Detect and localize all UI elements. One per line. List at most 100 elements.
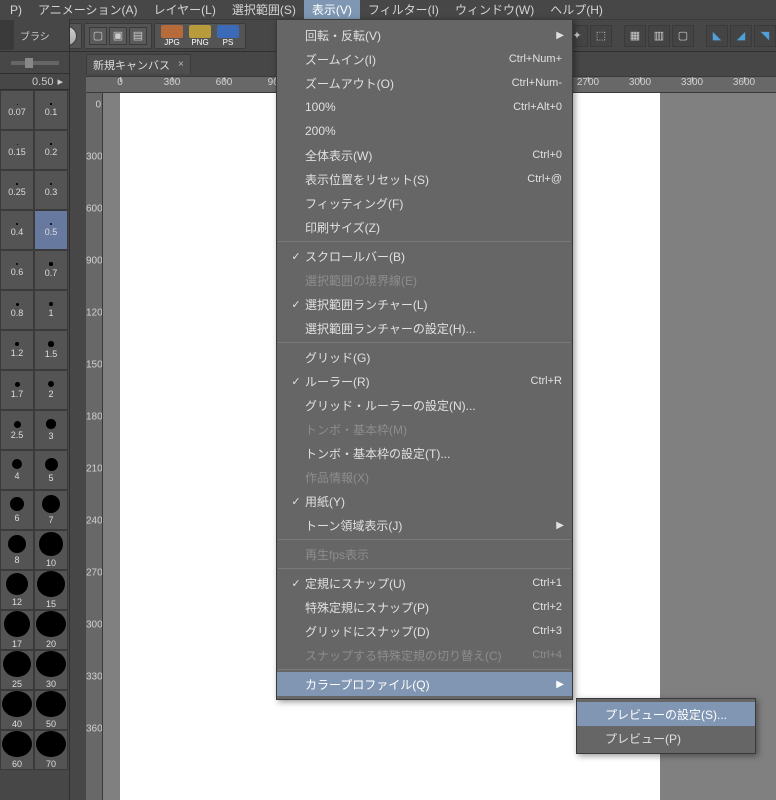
menu-window[interactable]: ウィンドウ(W) bbox=[447, 0, 542, 20]
menu-shortcut: Ctrl+2 bbox=[532, 601, 562, 613]
ruler-tick: 3600 bbox=[86, 724, 103, 735]
menu-item[interactable]: 印刷サイズ(Z) bbox=[277, 215, 572, 239]
brush-size-cell[interactable]: 0.8 bbox=[0, 290, 34, 330]
menu-item[interactable]: グリッド(G) bbox=[277, 345, 572, 369]
brush-size-cell[interactable]: 3 bbox=[34, 410, 68, 450]
brush-size-cell[interactable]: 0.2 bbox=[34, 130, 68, 170]
menu-item[interactable]: ✓ルーラー(R)Ctrl+R bbox=[277, 369, 572, 393]
tool-snap-1[interactable]: ◣ bbox=[706, 25, 728, 47]
brush-panel-handle[interactable] bbox=[0, 20, 14, 50]
tool-grid[interactable]: ▦ bbox=[624, 25, 646, 47]
tool-misc-2[interactable]: ⬚ bbox=[590, 25, 612, 47]
brush-size-cell[interactable]: 40 bbox=[0, 690, 34, 730]
menu-help[interactable]: ヘルプ(H) bbox=[542, 0, 611, 20]
tab-close-icon[interactable]: × bbox=[178, 59, 184, 70]
brush-size-cell[interactable]: 70 bbox=[34, 730, 68, 770]
brush-size-cell[interactable]: 8 bbox=[0, 530, 34, 570]
brush-size-cell[interactable]: 0.15 bbox=[0, 130, 34, 170]
tool-ruler[interactable]: ▥ bbox=[648, 25, 670, 47]
menu-separator bbox=[278, 669, 571, 670]
brush-size-cell[interactable]: 0.1 bbox=[34, 90, 68, 130]
brush-size-cell[interactable]: 2 bbox=[34, 370, 68, 410]
menu-view[interactable]: 表示(V) bbox=[304, 0, 360, 20]
brush-size-cell[interactable]: 0.6 bbox=[0, 250, 34, 290]
brush-dot-icon bbox=[36, 691, 66, 717]
open-icon[interactable]: ▣ bbox=[109, 27, 127, 45]
brush-size-label: 20 bbox=[46, 639, 56, 649]
brush-size-cell[interactable]: 0.3 bbox=[34, 170, 68, 210]
submenu-item-label: プレビューの設定(S)... bbox=[587, 706, 745, 723]
brush-size-cell[interactable]: 0.5 bbox=[34, 210, 68, 250]
brush-size-label: 0.5 bbox=[45, 227, 58, 237]
tool-snap-3[interactable]: ◥ bbox=[754, 25, 776, 47]
menu-item[interactable]: カラープロファイル(Q)▶ bbox=[277, 672, 572, 696]
export-psd[interactable]: PS bbox=[215, 25, 241, 47]
submenu-item[interactable]: プレビューの設定(S)... bbox=[577, 702, 755, 726]
brush-size-cell[interactable]: 1.2 bbox=[0, 330, 34, 370]
submenu-item[interactable]: プレビュー(P) bbox=[577, 726, 755, 750]
new-icon[interactable]: ▢ bbox=[89, 27, 107, 45]
menu-animation[interactable]: アニメーション(A) bbox=[30, 0, 146, 20]
menu-p[interactable]: P) bbox=[2, 1, 30, 19]
brush-size-cell[interactable]: 0.4 bbox=[0, 210, 34, 250]
export-jpg[interactable]: JPG bbox=[159, 25, 185, 47]
menu-item-label: スクロールバー(B) bbox=[305, 248, 562, 265]
tool-frame[interactable]: ▢ bbox=[672, 25, 694, 47]
menu-item[interactable]: 回転・反転(V)▶ bbox=[277, 23, 572, 47]
menu-item[interactable]: フィッティング(F) bbox=[277, 191, 572, 215]
brush-size-cell[interactable]: 1.7 bbox=[0, 370, 34, 410]
tool-snap-2[interactable]: ◢ bbox=[730, 25, 752, 47]
menu-item[interactable]: 200% bbox=[277, 119, 572, 143]
brush-size-cell[interactable]: 0.25 bbox=[0, 170, 34, 210]
export-png[interactable]: PNG bbox=[187, 25, 213, 47]
brush-size-cell[interactable]: 2.5 bbox=[0, 410, 34, 450]
menu-layer[interactable]: レイヤー(L) bbox=[146, 0, 224, 20]
menu-item[interactable]: トンボ・基本枠の設定(T)... bbox=[277, 441, 572, 465]
menu-item[interactable]: 表示位置をリセット(S)Ctrl+@ bbox=[277, 167, 572, 191]
menu-item-label: グリッドにスナップ(D) bbox=[305, 623, 532, 640]
brush-size-cell[interactable]: 50 bbox=[34, 690, 68, 730]
brush-dot-icon bbox=[37, 571, 66, 597]
ruler-tick: 900 bbox=[86, 256, 103, 267]
brush-size-cell[interactable]: 30 bbox=[34, 650, 68, 690]
brush-size-cell[interactable]: 5 bbox=[34, 450, 68, 490]
brush-size-cell[interactable]: 7 bbox=[34, 490, 68, 530]
menu-item[interactable]: 選択範囲ランチャーの設定(H)... bbox=[277, 316, 572, 340]
menu-item-label: ルーラー(R) bbox=[305, 373, 531, 390]
menu-item[interactable]: ✓選択範囲ランチャー(L) bbox=[277, 292, 572, 316]
menu-selection[interactable]: 選択範囲(S) bbox=[224, 0, 304, 20]
menu-item[interactable]: ✓定規にスナップ(U)Ctrl+1 bbox=[277, 571, 572, 595]
menu-item[interactable]: トーン領域表示(J)▶ bbox=[277, 513, 572, 537]
menu-item[interactable]: ズームイン(I)Ctrl+Num+ bbox=[277, 47, 572, 71]
menu-item[interactable]: グリッドにスナップ(D)Ctrl+3 bbox=[277, 619, 572, 643]
submenu-arrow-icon: ▶ bbox=[556, 30, 564, 41]
menu-filter[interactable]: フィルター(I) bbox=[360, 0, 447, 20]
menu-item[interactable]: 100%Ctrl+Alt+0 bbox=[277, 95, 572, 119]
menu-item[interactable]: グリッド・ルーラーの設定(N)... bbox=[277, 393, 572, 417]
brush-size-cell[interactable]: 20 bbox=[34, 610, 68, 650]
brush-size-cell[interactable]: 1.5 bbox=[34, 330, 68, 370]
brush-size-label: 2 bbox=[48, 389, 53, 399]
brush-size-cell[interactable]: 10 bbox=[34, 530, 68, 570]
brush-size-cell[interactable]: 60 bbox=[0, 730, 34, 770]
menu-item[interactable]: ズームアウト(O)Ctrl+Num- bbox=[277, 71, 572, 95]
brush-size-cell[interactable]: 17 bbox=[0, 610, 34, 650]
brush-size-cell[interactable]: 6 bbox=[0, 490, 34, 530]
brush-size-cell[interactable]: 0.7 bbox=[34, 250, 68, 290]
menu-item[interactable]: 特殊定規にスナップ(P)Ctrl+2 bbox=[277, 595, 572, 619]
menu-item[interactable]: ✓スクロールバー(B) bbox=[277, 244, 572, 268]
brush-slider[interactable] bbox=[0, 52, 69, 74]
brush-size-cell[interactable]: 4 bbox=[0, 450, 34, 490]
brush-slider-caret[interactable]: ▸ bbox=[57, 75, 63, 88]
check-icon: ✓ bbox=[287, 375, 305, 388]
brush-size-cell[interactable]: 15 bbox=[34, 570, 68, 610]
menu-item[interactable]: ✓用紙(Y) bbox=[277, 489, 572, 513]
tab-canvas[interactable]: 新規キャンバス × bbox=[86, 54, 191, 74]
brush-size-cell[interactable]: 12 bbox=[0, 570, 34, 610]
brush-size-cell[interactable]: 0.07 bbox=[0, 90, 34, 130]
brush-size-cell[interactable]: 1 bbox=[34, 290, 68, 330]
menu-item[interactable]: 全体表示(W)Ctrl+0 bbox=[277, 143, 572, 167]
brush-size-label: 4 bbox=[14, 471, 19, 481]
brush-size-cell[interactable]: 25 bbox=[0, 650, 34, 690]
save-icon[interactable]: ▤ bbox=[129, 27, 147, 45]
